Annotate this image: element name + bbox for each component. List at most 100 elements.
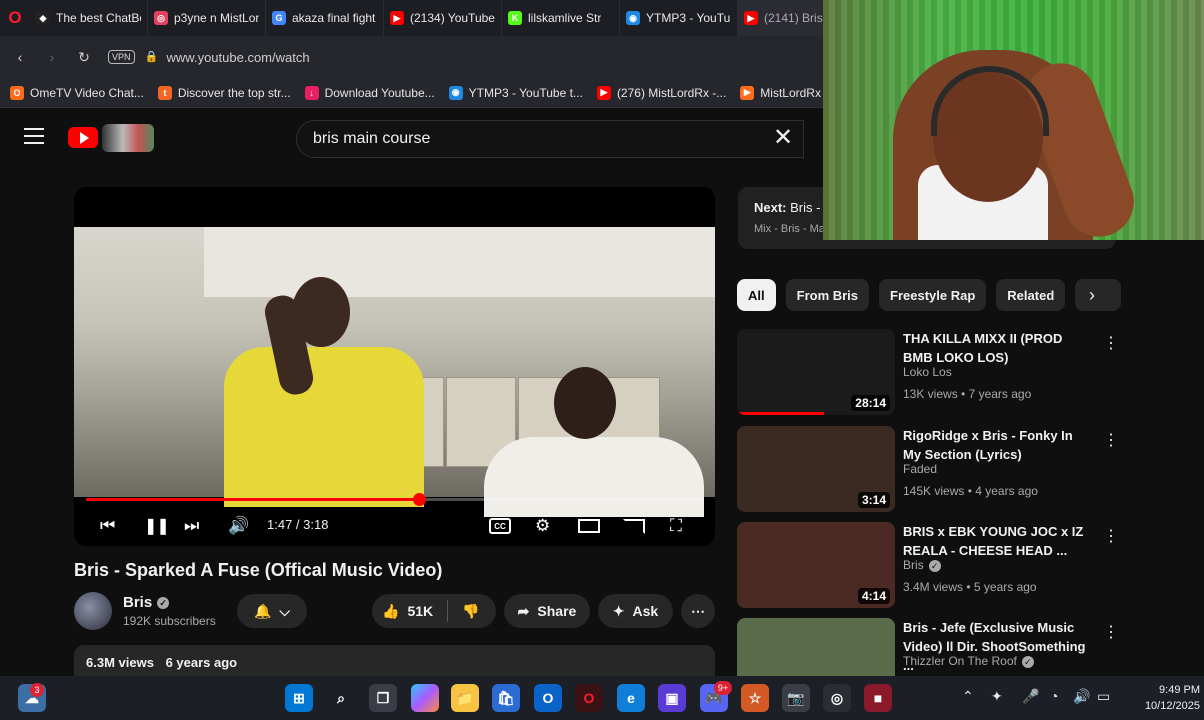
volume-tray-icon[interactable]: 🔊 bbox=[1073, 688, 1090, 705]
outlook-icon[interactable]: O bbox=[534, 684, 562, 712]
search-input[interactable]: bris main course bbox=[313, 130, 430, 148]
more-options-icon[interactable]: ⋮ bbox=[1103, 526, 1119, 546]
menu-icon[interactable] bbox=[24, 128, 44, 144]
video-frame[interactable] bbox=[74, 227, 715, 517]
task-view-icon[interactable]: ❐ bbox=[369, 684, 397, 712]
url-field[interactable]: www.youtube.com/watch bbox=[167, 50, 310, 65]
duration-badge: 3:14 bbox=[857, 492, 890, 508]
recommendation-title[interactable]: THA KILLA MIXX II (PROD BMB LOKO LOS) bbox=[903, 329, 1093, 367]
recommendation-channel-wrap[interactable]: Loko Los bbox=[903, 365, 952, 379]
filter-chip[interactable]: All bbox=[737, 279, 776, 311]
opera-logo-icon[interactable]: O bbox=[0, 0, 30, 36]
fullscreen-icon[interactable]: ⛶ bbox=[670, 513, 682, 539]
clock[interactable]: 9:49 PM 10/12/2025 bbox=[1120, 682, 1200, 714]
recommendation-channel[interactable]: Bris bbox=[903, 558, 924, 572]
channel-avatar[interactable] bbox=[74, 592, 112, 630]
browser-tab[interactable]: ◎ p3yne n MistLordi bbox=[148, 0, 266, 36]
search-icon[interactable]: ⌕ bbox=[327, 684, 355, 712]
webcam-overlay bbox=[823, 0, 1204, 240]
recommendation-channel-wrap[interactable]: Bris ✓ bbox=[903, 558, 941, 572]
more-options-icon[interactable]: ⋮ bbox=[1103, 333, 1119, 353]
bookmark-item[interactable]: O OmeTV Video Chat... bbox=[10, 85, 144, 100]
seek-bar[interactable] bbox=[86, 493, 703, 506]
browser-tab[interactable]: ◆ The best ChatBot bbox=[30, 0, 148, 36]
previous-icon[interactable]: ⏮ bbox=[100, 513, 115, 539]
browser-tab[interactable]: Gakaza final fight - bbox=[266, 0, 384, 36]
recommendation-title[interactable]: RigoRidge x Bris - Fonky In My Section (… bbox=[903, 426, 1093, 464]
settings-icon[interactable]: ⚙ bbox=[535, 513, 550, 539]
wifi-icon[interactable]: ◔ bbox=[1050, 688, 1058, 704]
bookmark-item[interactable]: ◉ YTMP3 - YouTube t... bbox=[448, 85, 583, 100]
filter-chip[interactable]: Freestyle Rap bbox=[879, 279, 987, 311]
tab-favicon-icon: ▶ bbox=[744, 11, 758, 25]
seek-handle[interactable] bbox=[413, 493, 427, 506]
more-options-icon[interactable]: ⋮ bbox=[1103, 430, 1119, 450]
youtube-doodle[interactable] bbox=[102, 124, 154, 152]
chevron-right-icon[interactable]: › bbox=[1080, 283, 1104, 307]
clear-search-icon[interactable]: ✕ bbox=[771, 126, 795, 151]
video-player[interactable]: ⏮ ❚❚ ⏭ 🔊 1:47 / 3:18 CC ⚙ ⛶ bbox=[74, 187, 715, 546]
channel-name-wrap[interactable]: Bris ✓ bbox=[123, 594, 170, 611]
notifications-button[interactable]: 🔔 ⌵ bbox=[237, 594, 307, 628]
opera-taskbar-icon[interactable]: O bbox=[575, 684, 603, 712]
recommendation-channel-wrap[interactable]: Thizzler On The Roof ✓ bbox=[903, 654, 1034, 668]
microphone-icon[interactable]: 🎤 bbox=[1022, 688, 1039, 705]
clipchamp-icon[interactable]: ▣ bbox=[658, 684, 686, 712]
tab-favicon-icon: K bbox=[508, 11, 522, 25]
like-button[interactable]: 👍 51K bbox=[382, 603, 433, 620]
share-button[interactable]: ➦ Share bbox=[504, 594, 590, 628]
back-icon[interactable]: ‹ bbox=[6, 43, 34, 71]
bookmark-item[interactable]: ▶ (276) MistLordRx -... bbox=[596, 85, 727, 100]
more-options-icon[interactable]: ⋮ bbox=[1103, 622, 1119, 642]
recommendation-channel[interactable]: Thizzler On The Roof bbox=[903, 654, 1017, 668]
browser-tab[interactable]: ◉ YTMP3 - YouTube bbox=[620, 0, 738, 36]
recommendation-thumbnail[interactable]: 28:14 bbox=[737, 329, 895, 415]
forward-icon[interactable]: › bbox=[38, 43, 66, 71]
chrome-icon[interactable]: ◎ bbox=[823, 684, 851, 712]
bookmark-item[interactable]: t Discover the top str... bbox=[157, 85, 291, 100]
tray-app-icon[interactable]: ✦ bbox=[991, 688, 1003, 705]
recommendation-thumbnail[interactable]: 4:14 bbox=[737, 522, 895, 608]
browser-tab[interactable]: ▶ (2134) YouTube bbox=[384, 0, 502, 36]
filter-chip[interactable]: From Bris bbox=[785, 279, 870, 311]
description-box[interactable]: 6.3M views 6 years ago bbox=[74, 645, 715, 677]
volume-icon[interactable]: 🔊 bbox=[228, 513, 249, 539]
tray-overflow-icon[interactable]: ⌃ bbox=[962, 688, 974, 705]
recommendation-thumbnail[interactable]: 3:14 bbox=[737, 426, 895, 512]
browser-tab[interactable]: Klilskamlive Str bbox=[502, 0, 620, 36]
bookmark-label: (276) MistLordRx -... bbox=[616, 85, 727, 100]
dislike-button[interactable]: 👎 bbox=[462, 603, 479, 620]
recommendation-channel-wrap[interactable]: Faded bbox=[903, 462, 937, 476]
vpn-badge[interactable]: VPN bbox=[108, 50, 135, 64]
channel-name[interactable]: Bris bbox=[123, 594, 152, 611]
captions-icon[interactable]: CC bbox=[489, 513, 511, 539]
bookmark-item[interactable]: ↓ Download Youtube... bbox=[304, 85, 435, 100]
app-red-icon[interactable]: ■ bbox=[864, 684, 892, 712]
youtube-logo-icon[interactable] bbox=[68, 127, 98, 148]
more-actions-icon[interactable]: ⋯ bbox=[681, 594, 715, 628]
recommendation-item[interactable]: 3:14 RigoRidge x Bris - Fonky In My Secti… bbox=[737, 426, 1119, 512]
recommendation-title[interactable]: BRIS x EBK YOUNG JOC x IZ REALA - CHEESE… bbox=[903, 522, 1093, 560]
lock-icon[interactable]: 🔒 bbox=[145, 50, 159, 64]
battery-icon[interactable]: ▭ bbox=[1097, 688, 1110, 705]
search-box[interactable]: bris main course ✕ bbox=[296, 120, 804, 158]
file-explorer-icon[interactable]: 📁 bbox=[451, 684, 479, 712]
recommendation-item[interactable]: 28:14 THA KILLA MIXX II (PROD BMB LOKO LO… bbox=[737, 329, 1119, 415]
recommendation-channel[interactable]: Faded bbox=[903, 462, 937, 476]
recommendation-channel[interactable]: Loko Los bbox=[903, 365, 952, 379]
pause-icon[interactable]: ❚❚ bbox=[144, 513, 170, 539]
camera-icon[interactable]: 📷 bbox=[782, 684, 810, 712]
filter-chip[interactable]: Related bbox=[996, 279, 1066, 311]
view-count: 6.3M views bbox=[86, 655, 154, 670]
edge-icon[interactable]: e bbox=[617, 684, 645, 712]
ask-button[interactable]: ✦ Ask bbox=[598, 594, 673, 628]
app-icon[interactable]: ☆ bbox=[741, 684, 769, 712]
next-icon[interactable]: ⏭ bbox=[184, 513, 199, 539]
theater-mode-icon[interactable] bbox=[578, 513, 600, 539]
reload-icon[interactable]: ↻ bbox=[70, 43, 98, 71]
cast-icon[interactable] bbox=[623, 513, 645, 539]
windows-start-icon[interactable]: ⊞ bbox=[285, 684, 313, 712]
copilot-icon[interactable] bbox=[411, 684, 439, 712]
recommendation-item[interactable]: 4:14 BRIS x EBK YOUNG JOC x IZ REALA - CH… bbox=[737, 522, 1119, 608]
store-icon[interactable]: 🛍 bbox=[492, 684, 520, 712]
